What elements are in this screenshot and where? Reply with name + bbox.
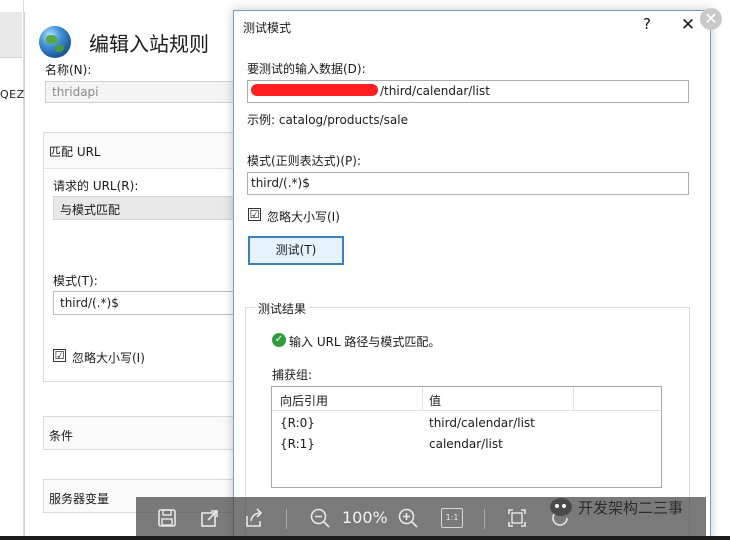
- capture-groups-label: 捕获组:: [272, 368, 313, 382]
- page-title: 编辑入站规则: [89, 32, 209, 56]
- column-divider[interactable]: [422, 387, 423, 411]
- column-header-backreference[interactable]: 向后引用: [280, 392, 328, 409]
- capture-groups-table[interactable]: 向后引用 值 {R:0} third/calendar/list {R:1} c…: [271, 386, 662, 488]
- dialog-close-button[interactable]: ✕: [678, 15, 698, 35]
- conditions-section[interactable]: 条件: [43, 416, 239, 450]
- input-data-label: 要测试的输入数据(D):: [247, 62, 366, 76]
- save-icon[interactable]: [156, 507, 178, 529]
- edit-inbound-rule-panel: 编辑入站规则 名称(N): thridapi 匹配 URL 请求的 URL(R)…: [24, 12, 239, 540]
- requested-url-select[interactable]: 与模式匹配: [53, 196, 239, 220]
- viewer-close-icon[interactable]: ✕: [700, 8, 722, 30]
- example-text: 示例: catalog/products/sale: [247, 113, 408, 127]
- result-message: 输入 URL 路径与模式匹配。: [289, 335, 441, 349]
- input-data-field[interactable]: /third/calendar/list: [247, 80, 689, 103]
- zoom-in-icon[interactable]: [397, 507, 419, 529]
- match-url-section: 匹配 URL: [43, 132, 239, 382]
- redaction-mark: [251, 84, 378, 96]
- dialog-ignore-case-label: 忽略大小写(I): [267, 210, 340, 224]
- actual-size-icon[interactable]: 1:1: [441, 508, 463, 528]
- name-label: 名称(N):: [45, 63, 92, 77]
- regex-pattern-label: 模式(正则表达式)(P):: [247, 154, 362, 168]
- input-data-value: /third/calendar/list: [380, 84, 490, 98]
- test-pattern-dialog: 测试模式 ? ✕ 要测试的输入数据(D): /third/calendar/li…: [233, 10, 711, 540]
- watermark-text: 开发架构二三事: [578, 499, 684, 517]
- table-cell[interactable]: {R:1}: [280, 437, 315, 451]
- table-cell[interactable]: {R:0}: [280, 416, 315, 430]
- pattern-input[interactable]: third/(.*)$: [53, 291, 239, 315]
- help-button[interactable]: ?: [637, 15, 657, 35]
- dialog-ignore-case-checkbox[interactable]: ☑: [248, 208, 261, 221]
- table-header: 向后引用 值: [272, 387, 661, 411]
- column-divider[interactable]: [573, 387, 574, 411]
- globe-icon: [39, 26, 71, 58]
- test-results-legend: 测试结果: [255, 300, 310, 317]
- dialog-titlebar[interactable]: 测试模式 ? ✕: [234, 11, 710, 41]
- left-app-edge: [0, 0, 24, 540]
- toolbar-divider: [484, 509, 485, 529]
- dialog-title: 测试模式: [243, 21, 292, 35]
- zoom-level: 100%: [342, 508, 388, 527]
- regex-pattern-input[interactable]: third/(.*)$: [247, 172, 689, 195]
- wechat-icon: [550, 498, 572, 516]
- left-app-toolbar-fragment: [0, 12, 22, 58]
- fit-screen-icon[interactable]: [506, 507, 528, 529]
- zoom-out-icon[interactable]: [309, 507, 331, 529]
- left-edge-text-fragment: QEZ: [0, 88, 25, 101]
- test-button[interactable]: 测试(T): [248, 236, 344, 265]
- bottom-border: [0, 536, 730, 540]
- ignore-case-checkbox[interactable]: ☑: [53, 349, 66, 362]
- match-url-header: 匹配 URL: [44, 133, 238, 169]
- watermark: 开发架构二三事: [550, 497, 683, 521]
- table-cell[interactable]: calendar/list: [429, 437, 503, 451]
- column-header-value[interactable]: 值: [429, 392, 441, 409]
- requested-url-label: 请求的 URL(R):: [53, 179, 139, 193]
- toolbar-divider: [286, 509, 287, 529]
- table-cell[interactable]: third/calendar/list: [429, 416, 535, 430]
- name-field[interactable]: thridapi: [45, 81, 239, 103]
- ignore-case-label: 忽略大小写(I): [72, 351, 145, 365]
- open-external-icon[interactable]: [199, 507, 221, 529]
- share-icon[interactable]: [243, 507, 265, 529]
- pattern-label: 模式(T):: [53, 274, 98, 288]
- check-circle-icon: ✓: [272, 333, 286, 347]
